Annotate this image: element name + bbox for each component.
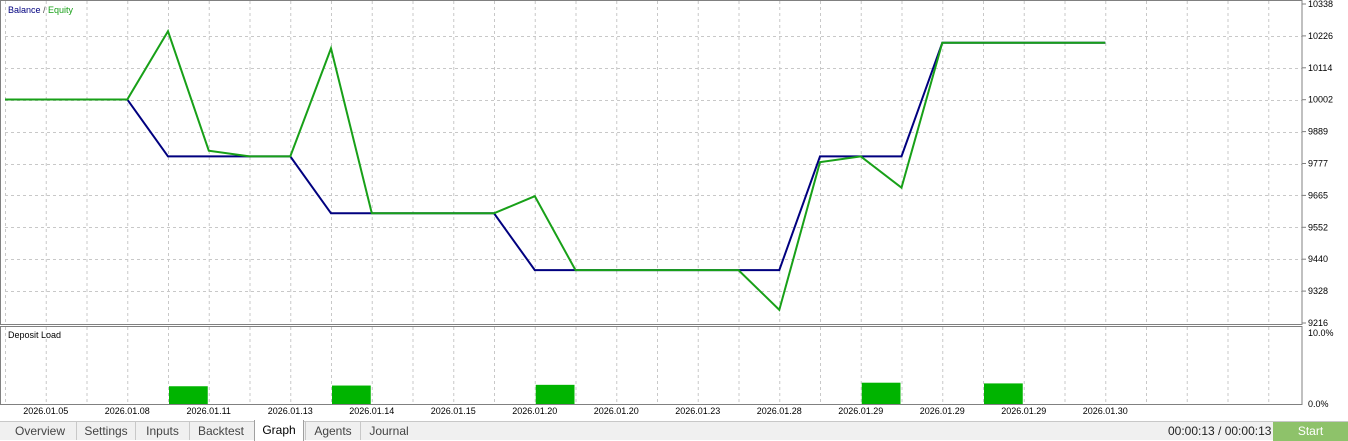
tab-settings[interactable]: Settings [76, 422, 135, 440]
deposit-load-bar [535, 384, 575, 404]
y-tick-label: 9328 [1308, 286, 1328, 296]
y-tick-label: 9440 [1308, 254, 1328, 264]
y-tick-label: 9552 [1308, 222, 1328, 232]
tab-agents[interactable]: Agents [305, 422, 360, 440]
x-tick-label: 2026.01.20 [512, 406, 557, 416]
deposit-load-bar [861, 382, 901, 404]
legend-equity: Equity [48, 5, 74, 15]
legend: Balance / Equity [8, 5, 74, 15]
deposit-y-tick-label: 0.0% [1308, 399, 1329, 409]
x-tick-label: 2026.01.08 [105, 406, 150, 416]
y-tick-label: 9889 [1308, 127, 1328, 137]
deposit-load-title: Deposit Load [8, 330, 61, 340]
x-tick-label: 2026.01.29 [838, 406, 883, 416]
x-tick-label: 2026.01.29 [1001, 406, 1046, 416]
tab-backtest[interactable]: Backtest [189, 422, 252, 440]
legend-balance: Balance [8, 5, 41, 15]
x-tick-label: 2026.01.30 [1083, 406, 1128, 416]
deposit-load-bar [169, 386, 208, 404]
x-tick-label: 2026.01.11 [187, 406, 231, 416]
x-tick-label: 2026.01.29 [920, 406, 965, 416]
x-tick-label: 2026.01.20 [594, 406, 639, 416]
y-tick-label: 10002 [1308, 95, 1333, 105]
y-tick-label: 9665 [1308, 190, 1328, 200]
x-tick-label: 2026.01.23 [675, 406, 720, 416]
tab-journal[interactable]: Journal [360, 422, 417, 440]
y-tick-label: 10114 [1308, 63, 1332, 73]
tester-graph: 10338 10226 10114 10002 9889 9777 9665 9552 9440… [0, 0, 1348, 421]
elapsed-timer: 00:00:13 / 00:00:13 [1168, 424, 1272, 438]
tab-overview[interactable]: Overview [4, 422, 76, 440]
deposit-y-tick-label: 10.0% [1308, 328, 1334, 338]
deposit-load-bar [984, 383, 1023, 404]
deposit-load-bar [332, 385, 371, 404]
y-tick-label: 10338 [1308, 0, 1333, 9]
y-tick-label: 9216 [1308, 318, 1328, 328]
chart-background [0, 0, 1348, 421]
x-tick-label: 2026.01.13 [268, 406, 313, 416]
x-tick-label: 2026.01.28 [757, 406, 802, 416]
x-tick-label: 2026.01.14 [349, 406, 394, 416]
y-tick-label: 10226 [1308, 31, 1333, 41]
x-tick-label: 2026.01.05 [23, 406, 68, 416]
x-tick-label: 2026.01.15 [431, 406, 476, 416]
tab-bar: Overview Settings Inputs Backtest Graph … [0, 420, 1348, 441]
y-tick-label: 9777 [1308, 159, 1328, 169]
tab-graph[interactable]: Graph [254, 420, 304, 441]
start-button[interactable]: Start [1273, 422, 1348, 441]
tab-inputs[interactable]: Inputs [135, 422, 189, 440]
